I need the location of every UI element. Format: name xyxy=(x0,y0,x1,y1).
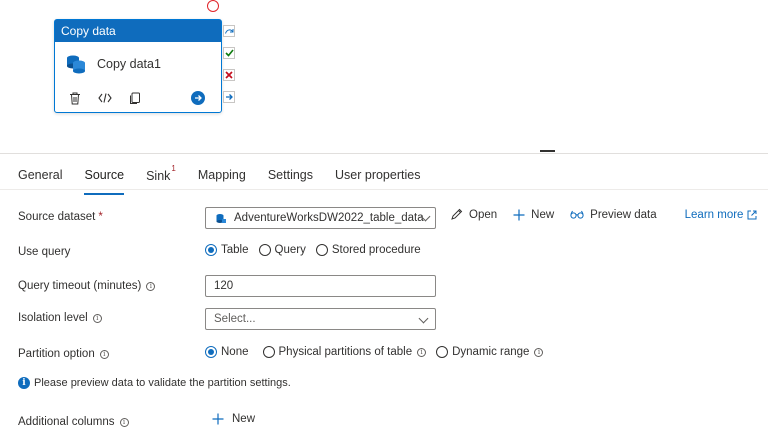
partition-option-physical[interactable]: Physical partitions of table i xyxy=(262,346,427,358)
radio-icon xyxy=(436,346,449,358)
source-dataset-dropdown[interactable]: AdventureWorksDW2022_table_data... xyxy=(205,207,436,229)
use-query-option-query[interactable]: Query xyxy=(258,244,306,256)
radio-icon xyxy=(262,346,275,358)
completion-connector-icon[interactable] xyxy=(223,91,235,103)
dataset-table-icon xyxy=(216,213,226,223)
tab-sink[interactable]: Sink1 xyxy=(146,158,176,190)
pipeline-canvas[interactable]: Copy data Copy data1 xyxy=(0,0,768,152)
tab-user-properties[interactable]: User properties xyxy=(335,158,420,190)
skip-connector-icon[interactable] xyxy=(223,25,235,37)
plus-icon xyxy=(513,209,525,220)
copy-data-icon xyxy=(67,55,85,74)
use-query-label: Use query xyxy=(18,246,71,258)
tab-source[interactable]: Source xyxy=(84,158,124,195)
source-dataset-label: Source dataset * xyxy=(18,211,103,223)
navigate-arrow-icon[interactable] xyxy=(191,91,205,105)
properties-tabs: General Source Sink1 Mapping Settings Us… xyxy=(18,158,442,195)
tabs-underline xyxy=(0,189,768,190)
radio-icon xyxy=(258,244,271,256)
partition-option-label: Partition option i xyxy=(18,348,109,360)
failure-connector-icon[interactable] xyxy=(223,69,235,81)
glasses-icon xyxy=(570,210,584,219)
learn-more-link[interactable]: Learn more xyxy=(685,209,758,221)
use-query-option-table[interactable]: Table xyxy=(205,244,249,256)
use-query-option-stored-procedure[interactable]: Stored procedure xyxy=(315,244,421,256)
panel-divider xyxy=(0,153,768,154)
info-icon[interactable]: i xyxy=(99,349,109,359)
copy-activity-card[interactable]: Copy data Copy data1 xyxy=(54,19,222,113)
open-dataset-button[interactable]: Open xyxy=(450,208,497,221)
partition-option-dynamic-range[interactable]: Dynamic range i xyxy=(436,346,544,358)
new-dataset-button[interactable]: New xyxy=(513,209,554,221)
success-connector-icon[interactable] xyxy=(223,47,235,59)
radio-selected-icon xyxy=(205,346,217,358)
preview-data-button[interactable]: Preview data xyxy=(570,209,657,221)
partition-option-none[interactable]: None xyxy=(205,346,249,358)
activity-type-header: Copy data xyxy=(55,20,221,42)
use-query-radio-group: Table Query Stored procedure xyxy=(205,244,431,256)
info-icon[interactable]: i xyxy=(119,417,129,427)
query-timeout-input[interactable]: 120 xyxy=(205,275,436,297)
error-indicator-icon xyxy=(207,0,219,12)
tab-settings[interactable]: Settings xyxy=(268,158,313,190)
info-icon[interactable]: i xyxy=(417,347,427,357)
plus-icon xyxy=(212,413,224,425)
external-link-icon xyxy=(747,210,757,219)
radio-icon xyxy=(315,244,328,256)
copy-icon[interactable] xyxy=(127,90,143,106)
info-icon[interactable]: i xyxy=(92,313,102,323)
delete-icon[interactable] xyxy=(67,90,83,106)
info-filled-icon: i xyxy=(18,377,30,389)
chevron-down-icon xyxy=(418,313,429,324)
sink-error-badge: 1 xyxy=(171,164,176,173)
info-icon[interactable]: i xyxy=(146,281,156,291)
partition-option-radio-group: None Physical partitions of table i Dynam… xyxy=(205,346,553,358)
radio-selected-icon xyxy=(205,244,217,256)
query-timeout-label: Query timeout (minutes) i xyxy=(18,280,156,292)
tab-mapping[interactable]: Mapping xyxy=(198,158,246,190)
code-icon[interactable] xyxy=(97,90,113,106)
additional-columns-label: Additional columns i xyxy=(18,416,129,428)
tab-general[interactable]: General xyxy=(18,158,62,190)
pencil-icon xyxy=(451,208,463,220)
add-column-button[interactable]: New xyxy=(212,413,255,425)
panel-resize-handle[interactable] xyxy=(540,150,555,152)
isolation-level-dropdown[interactable]: Select... xyxy=(205,308,436,330)
info-icon[interactable]: i xyxy=(534,347,544,357)
isolation-level-label: Isolation level i xyxy=(18,312,102,324)
activity-name: Copy data1 xyxy=(97,57,161,71)
partition-notice: i Please preview data to validate the pa… xyxy=(18,377,291,389)
